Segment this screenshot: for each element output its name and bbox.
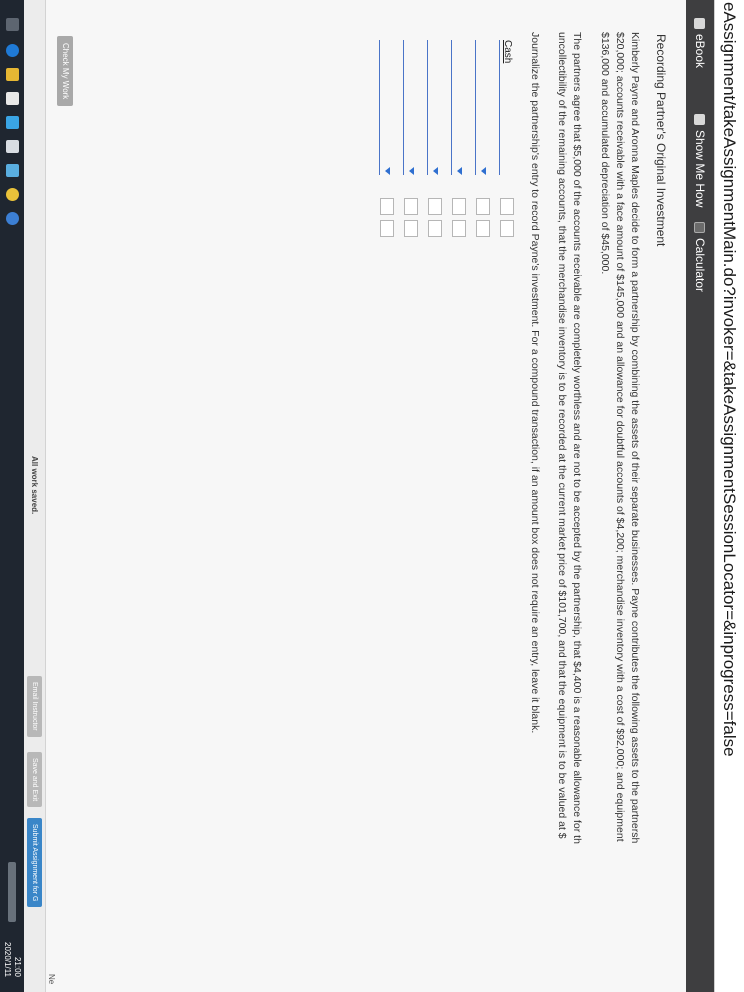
app-icon[interactable] [6, 116, 19, 129]
account-select[interactable] [451, 40, 466, 175]
chevron-down-icon [457, 167, 462, 175]
calculator-button[interactable]: Calculator [686, 222, 714, 292]
account-field[interactable]: Cash [499, 40, 514, 175]
debit-amount-input[interactable] [428, 198, 442, 215]
rotated-screen: eAssignment/takeAssignmentMain.do?invoke… [0, 0, 744, 992]
check-my-work-button[interactable]: Check My Work [57, 36, 73, 107]
debit-amount-input[interactable] [500, 198, 514, 215]
problem-content: Recording Partner's Original Investment … [46, 0, 686, 992]
instruction-text: Journalize the partnership's entry to re… [529, 32, 541, 734]
app-icon[interactable] [6, 140, 19, 153]
clock: 21:00 2020/1/11 [2, 942, 22, 977]
chevron-down-icon [385, 167, 390, 175]
debit-amount-input[interactable] [452, 198, 466, 215]
paragraph-1-line: Kimberly Payne and Aronna Maples decide … [629, 32, 641, 844]
paragraph-2-line: The partners agree that $5,000 of the ac… [571, 32, 583, 844]
next-link[interactable]: Ne [47, 974, 56, 984]
file-explorer-icon[interactable] [6, 68, 19, 81]
credit-amount-input[interactable] [500, 220, 514, 237]
calculator-icon [694, 222, 706, 233]
debit-amount-input[interactable] [380, 198, 394, 215]
app-icon[interactable] [6, 92, 19, 105]
debit-amount-input[interactable] [476, 198, 490, 215]
saved-status: All work saved. [30, 456, 39, 515]
save-and-exit-button[interactable]: Save and Exit [27, 752, 42, 808]
app-icon[interactable] [6, 164, 19, 177]
credit-amount-input[interactable] [476, 220, 490, 237]
paragraph-2-line: uncollectibility of the remaining accoun… [556, 32, 568, 839]
account-select[interactable] [403, 40, 418, 175]
play-icon [694, 114, 706, 125]
ebook-button[interactable]: eBook [686, 18, 714, 68]
problem-paragraph-2: The partners agree that $5,000 of the ac… [554, 32, 584, 992]
paragraph-1-line: $136,000 and accumulated depreciation of… [599, 32, 611, 275]
ebook-label: eBook [693, 34, 707, 69]
credit-amount-input[interactable] [428, 220, 442, 237]
clock-time: 21:00 [13, 956, 22, 977]
address-bar[interactable]: eAssignment/takeAssignmentMain.do?invoke… [714, 0, 744, 992]
chevron-down-icon [433, 167, 438, 175]
url-text: eAssignment/takeAssignmentMain.do?invoke… [720, 2, 739, 757]
chrome-browser-icon[interactable] [6, 188, 19, 201]
credit-amount-input[interactable] [380, 220, 394, 237]
problem-title: Recording Partner's Original Investment [654, 34, 668, 247]
submit-assignment-button[interactable]: Submit Assignment for G [27, 818, 42, 908]
clock-date: 2020/1/11 [3, 942, 12, 977]
account-select[interactable] [475, 40, 490, 175]
system-tray-icons[interactable] [8, 862, 16, 922]
paragraph-1-line: $20,000; accounts receivable with a face… [614, 32, 626, 842]
credit-amount-input[interactable] [452, 220, 466, 237]
status-bar: All work saved. Email Instructor Save an… [23, 0, 46, 992]
account-select[interactable] [427, 40, 442, 175]
credit-amount-input[interactable] [404, 220, 418, 237]
account-select[interactable] [379, 40, 394, 175]
book-icon [694, 18, 706, 29]
edge-browser-icon[interactable] [6, 44, 19, 57]
chevron-down-icon [481, 167, 486, 175]
show-me-how-button[interactable]: Show Me How [686, 114, 714, 207]
task-view-icon[interactable] [6, 18, 19, 31]
windows-taskbar: 21:00 2020/1/11 [0, 0, 24, 992]
email-instructor-button[interactable]: Email Instructor [27, 676, 42, 737]
chevron-down-icon [409, 167, 414, 175]
debit-amount-input[interactable] [404, 198, 418, 215]
calculator-label: Calculator [693, 238, 707, 293]
app-icon[interactable] [6, 212, 19, 225]
problem-paragraph-1: Kimberly Payne and Aronna Maples decide … [597, 32, 642, 992]
show-me-how-label: Show Me How [693, 130, 707, 208]
assignment-toolbar: eBook Show Me How Calculator [686, 0, 714, 992]
